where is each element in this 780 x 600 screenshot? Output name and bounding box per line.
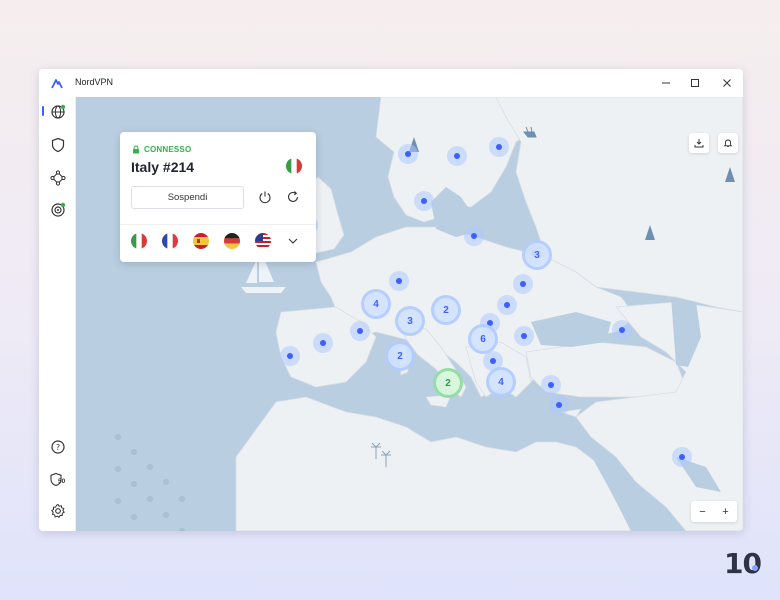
server-dot-core (396, 278, 402, 284)
connection-status: CONNESSO (132, 145, 191, 154)
usa-flag-icon[interactable] (255, 233, 271, 249)
pause-button[interactable]: Sospendi (131, 186, 244, 209)
server-cluster[interactable]: 2 (385, 341, 415, 371)
app-title: NordVPN (75, 77, 114, 87)
italy-flag-icon[interactable] (131, 233, 147, 249)
server-dot-core (548, 382, 554, 388)
settings-icon (51, 503, 65, 518)
svg-text:?: ? (56, 443, 60, 452)
server-cluster[interactable]: 2 (431, 295, 461, 325)
sidebar-item-map[interactable] (47, 101, 69, 123)
reconnect-button[interactable] (285, 189, 301, 205)
server-dot-core (556, 402, 562, 408)
server-dot-core (496, 144, 502, 150)
globe-icon (51, 104, 66, 119)
spain-flag-icon[interactable] (193, 233, 209, 249)
disconnect-button[interactable] (257, 189, 273, 205)
world-map[interactable]: 4 3 2 6 2 2 4 3 CONNESSO Italy #214 Sosp… (76, 97, 743, 531)
server-dot-core (520, 281, 526, 287)
chevron-down-icon (288, 238, 298, 244)
lock-icon (133, 145, 139, 154)
server-dot-core (679, 454, 685, 460)
download-button[interactable] (689, 133, 709, 153)
sidebar-item-shield-count[interactable]: 50 (47, 469, 69, 491)
active-server-cluster[interactable]: 2 (433, 368, 463, 398)
server-dot-core (421, 198, 427, 204)
sidebar-item-threat-protection[interactable] (47, 134, 69, 156)
bell-icon (723, 139, 733, 148)
help-icon: ? (51, 440, 65, 454)
expand-countries-button[interactable] (286, 234, 300, 248)
active-indicator (42, 106, 44, 116)
brand-logo: 10 (724, 547, 762, 580)
server-dot-core (320, 340, 326, 346)
brand-logo-dot (752, 565, 758, 571)
server-dot-core (490, 358, 496, 364)
download-icon (694, 139, 704, 148)
server-dot-core (287, 353, 293, 359)
target-icon (51, 202, 66, 217)
maximize-button[interactable] (687, 75, 703, 91)
shield-count-badge: 50 (58, 478, 66, 485)
server-dot-core (454, 153, 460, 159)
sidebar: ? 50 (39, 97, 76, 531)
server-dot-core (471, 233, 477, 239)
close-icon (723, 79, 731, 87)
italy-flag-icon (286, 158, 302, 174)
titlebar: NordVPN (39, 69, 743, 97)
zoom-in-button[interactable]: + (722, 506, 728, 518)
server-cluster[interactable]: 3 (522, 240, 552, 270)
sidebar-item-dark-web-monitor[interactable] (47, 199, 69, 221)
shield-icon (51, 137, 65, 153)
close-button[interactable] (719, 75, 735, 91)
france-flag-icon[interactable] (162, 233, 178, 249)
sidebar-item-meshnet[interactable] (47, 167, 69, 189)
minimize-icon (662, 82, 670, 84)
panel-divider (120, 224, 316, 225)
server-name: Italy #214 (131, 159, 195, 175)
app-window: NordVPN ? 50 4 3 2 6 2 2 4 3 CONNESSO It… (39, 69, 743, 531)
status-label: CONNESSO (144, 145, 192, 154)
sidebar-item-help[interactable]: ? (47, 436, 69, 458)
germany-flag-icon[interactable] (224, 233, 240, 249)
sidebar-item-settings[interactable] (47, 500, 69, 522)
server-cluster[interactable]: 4 (361, 289, 391, 319)
server-dot-core (357, 328, 363, 334)
server-cluster[interactable]: 6 (468, 324, 498, 354)
notifications-button[interactable] (718, 133, 738, 153)
zoom-out-button[interactable]: − (699, 506, 705, 518)
nordvpn-logo-icon (51, 79, 63, 89)
refresh-icon (287, 191, 299, 202)
server-cluster[interactable]: 3 (395, 306, 425, 336)
server-dot-core (521, 333, 527, 339)
connection-panel: CONNESSO Italy #214 Sospendi (120, 132, 316, 262)
server-dot-core (405, 151, 411, 157)
maximize-icon (691, 79, 699, 87)
server-dot-core (619, 327, 625, 333)
meshnet-icon (50, 170, 66, 186)
zoom-controls: − + (691, 501, 737, 522)
minimize-button[interactable] (658, 75, 674, 91)
power-icon (259, 191, 271, 204)
server-cluster[interactable]: 4 (486, 367, 516, 397)
server-dot-core (504, 302, 510, 308)
